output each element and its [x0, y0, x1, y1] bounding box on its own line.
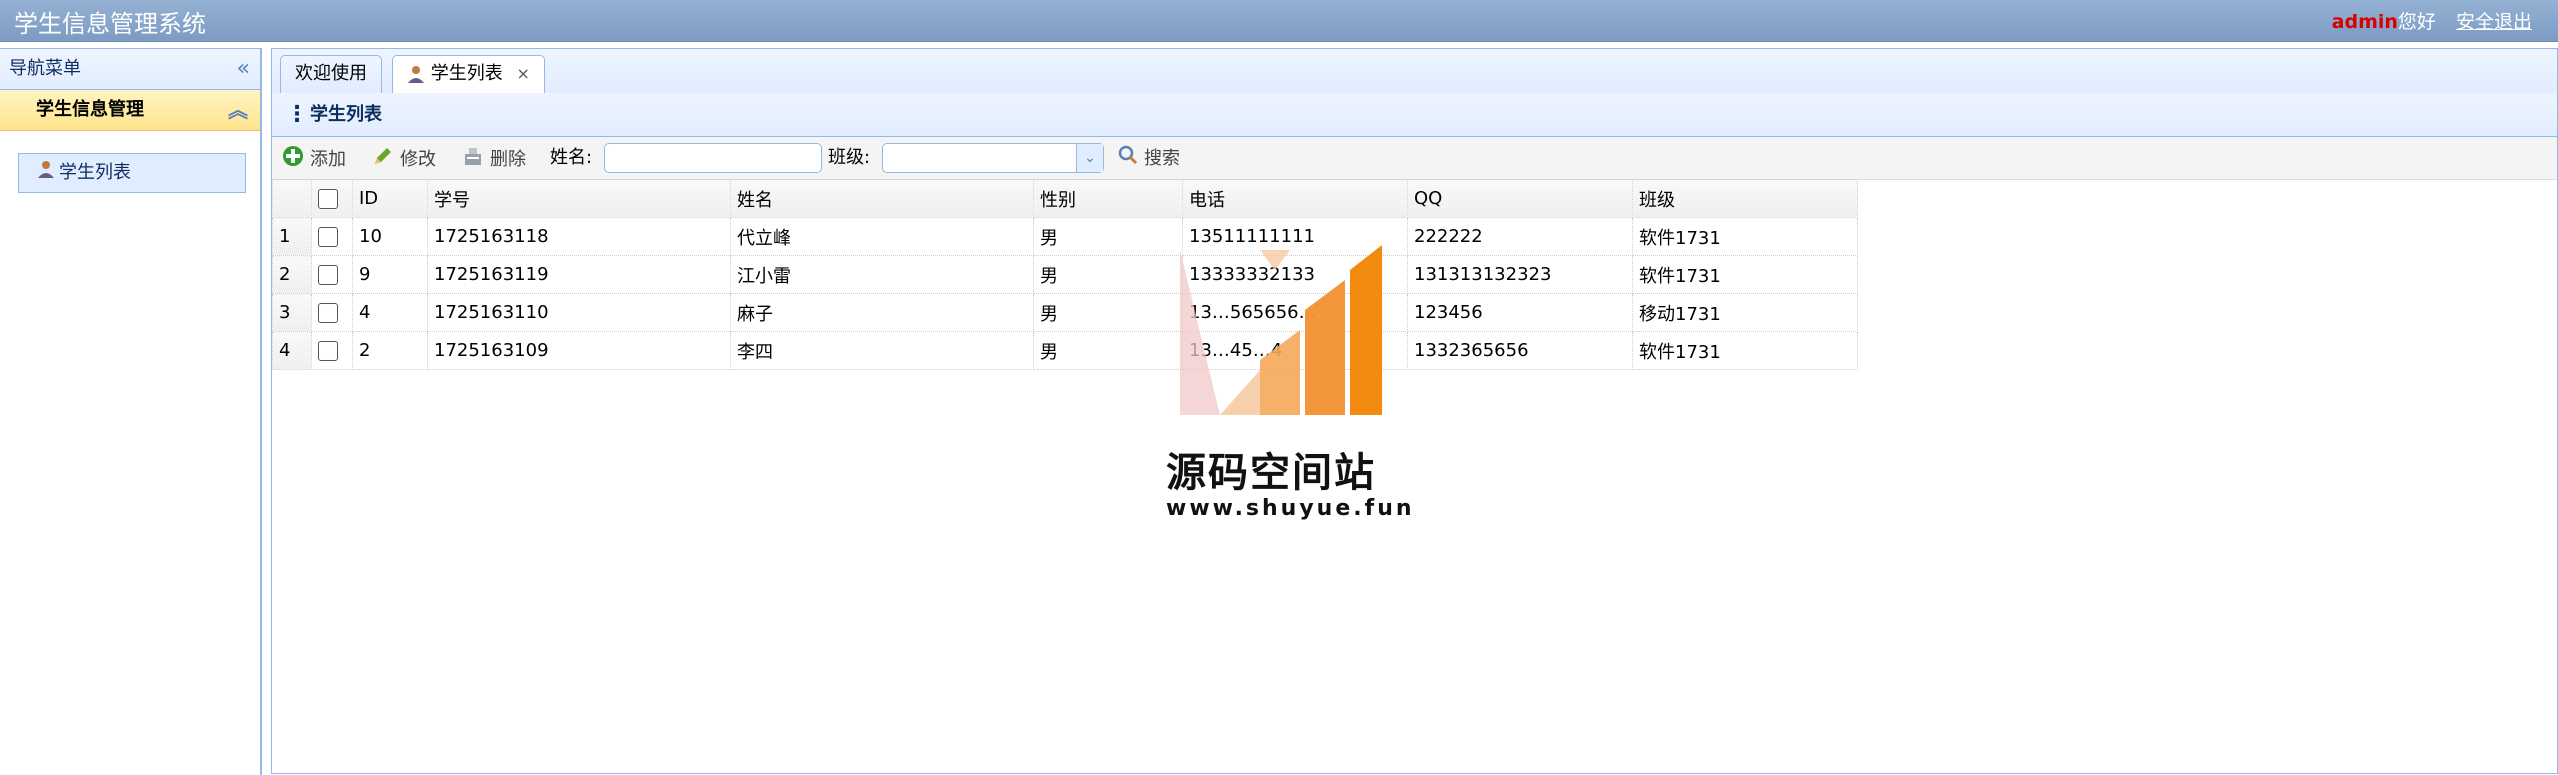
cell-qq: 222222: [1407, 217, 1633, 256]
student-grid: ID 学号 姓名 性别 电话 QQ 班级 1 10 1725163118 代立峰…: [272, 179, 1858, 370]
name-label: 姓名:: [550, 147, 593, 168]
app-header: 学生信息管理系统 admin您好 安全退出: [0, 0, 2558, 42]
cell-id: 10: [352, 217, 428, 256]
cell-sno: 1725163119: [427, 255, 731, 294]
main-panel: ⋮ 学生列表 添加 修改 删除 姓名: 班级: ⌄ 搜索 ID 学号 姓名 性别…: [271, 93, 2558, 774]
watermark-title: 源码空间站: [1166, 450, 1376, 496]
row-checkbox[interactable]: [318, 227, 338, 247]
chevron-up-icon[interactable]: ︽: [228, 90, 248, 130]
tab-label: 欢迎使用: [295, 63, 367, 84]
column-header-class[interactable]: 班级: [1632, 179, 1858, 218]
add-label: 添加: [310, 149, 346, 170]
name-search-input[interactable]: [604, 143, 822, 173]
drag-handle-icon: ⋮: [286, 102, 308, 127]
edit-label: 修改: [400, 149, 436, 170]
cell-class: 软件1731: [1632, 331, 1858, 370]
user-area: admin您好 安全退出: [2332, 7, 2532, 34]
select-all-checkbox-cell: [311, 179, 353, 218]
cell-sno: 1725163109: [427, 331, 731, 370]
row-checkbox[interactable]: [318, 341, 338, 361]
row-checkbox[interactable]: [318, 265, 338, 285]
search-button[interactable]: 搜索: [1118, 145, 1180, 171]
cell-class: 移动1731: [1632, 293, 1858, 332]
sidebar-group-label: 学生信息管理: [36, 99, 144, 120]
cell-id: 2: [352, 331, 428, 370]
table-row[interactable]: 1 10 1725163118 代立峰 男 13511111111 222222…: [272, 217, 1858, 256]
table-row[interactable]: 3 4 1725163110 麻子 男 13…565656… 123456 移动…: [272, 293, 1858, 332]
app-title: 学生信息管理系统: [14, 10, 206, 38]
cell-qq: 131313132323: [1407, 255, 1633, 294]
delete-icon: [462, 145, 484, 175]
table-row[interactable]: 2 9 1725163119 江小雷 男 13333332133 1313131…: [272, 255, 1858, 294]
pencil-icon: [372, 145, 394, 175]
row-number: 1: [272, 217, 312, 256]
cell-sno: 1725163118: [427, 217, 731, 256]
username: admin: [2331, 11, 2398, 33]
row-checkbox-cell: [311, 255, 353, 294]
row-number: 4: [272, 331, 312, 370]
sidebar-header: 导航菜单 «: [0, 49, 260, 90]
column-header-qq[interactable]: QQ: [1407, 179, 1633, 218]
user-icon: [407, 63, 431, 84]
tab-label: 学生列表: [430, 63, 503, 84]
delete-button[interactable]: 删除: [462, 145, 526, 171]
delete-label: 删除: [490, 149, 526, 170]
column-header-id[interactable]: ID: [352, 179, 428, 218]
select-all-checkbox[interactable]: [318, 189, 338, 209]
edit-button[interactable]: 修改: [372, 145, 436, 171]
row-number: 3: [272, 293, 312, 332]
cell-qq: 123456: [1407, 293, 1633, 332]
close-tab-icon[interactable]: ×: [516, 64, 529, 83]
row-number-header: [272, 179, 312, 218]
cell-class: 软件1731: [1632, 217, 1858, 256]
cell-id: 9: [352, 255, 428, 294]
class-select[interactable]: ⌄: [882, 143, 1104, 173]
sidebar: 导航菜单 « 学生信息管理 ︽ 学生列表: [0, 48, 262, 775]
tab-student-list[interactable]: 学生列表 ×: [392, 55, 545, 95]
grid-header-row: ID 学号 姓名 性别 电话 QQ 班级: [272, 179, 1858, 218]
search-label: 搜索: [1144, 148, 1180, 169]
table-row[interactable]: 4 2 1725163109 李四 男 13…45…4 1332365656 软…: [272, 331, 1858, 370]
collapse-sidebar-icon[interactable]: «: [237, 49, 250, 89]
sidebar-group-student[interactable]: 学生信息管理 ︽: [0, 90, 260, 131]
panel-title: 学生列表: [310, 104, 382, 125]
cell-id: 4: [352, 293, 428, 332]
class-label: 班级:: [828, 147, 871, 168]
add-button[interactable]: 添加: [282, 145, 346, 171]
row-checkbox-cell: [311, 331, 353, 370]
cell-sno: 1725163110: [427, 293, 731, 332]
column-header-name[interactable]: 姓名: [730, 179, 1034, 218]
cell-qq: 1332365656: [1407, 331, 1633, 370]
chevron-down-icon[interactable]: ⌄: [1076, 144, 1103, 172]
sidebar-title: 导航菜单: [9, 58, 81, 79]
tab-welcome[interactable]: 欢迎使用: [280, 55, 382, 93]
row-checkbox-cell: [311, 217, 353, 256]
row-number: 2: [272, 255, 312, 294]
row-checkbox-cell: [311, 293, 353, 332]
user-icon: [37, 154, 55, 192]
watermark-url: www.shuyue.fun: [1166, 496, 1415, 521]
add-icon: [282, 145, 304, 175]
panel-header: ⋮ 学生列表: [272, 93, 2557, 137]
column-header-sex[interactable]: 性别: [1033, 179, 1183, 218]
cell-name: 代立峰: [730, 217, 1034, 256]
toolbar: 添加 修改 删除 姓名: 班级: ⌄ 搜索: [272, 137, 2557, 180]
sidebar-item-label: 学生列表: [59, 162, 131, 183]
column-header-phone[interactable]: 电话: [1182, 179, 1408, 218]
cell-name: 麻子: [730, 293, 1034, 332]
sidebar-item-student-list[interactable]: 学生列表: [18, 153, 246, 193]
cell-name: 江小雷: [730, 255, 1034, 294]
cell-class: 软件1731: [1632, 255, 1858, 294]
column-header-sno[interactable]: 学号: [427, 179, 731, 218]
greeting: 您好: [2397, 11, 2436, 33]
logout-link[interactable]: 安全退出: [2456, 11, 2532, 33]
watermark-logo: [1180, 245, 1382, 415]
tab-bar: 欢迎使用 学生列表 ×: [271, 48, 2558, 95]
cell-name: 李四: [730, 331, 1034, 370]
search-icon: [1118, 145, 1138, 173]
row-checkbox[interactable]: [318, 303, 338, 323]
